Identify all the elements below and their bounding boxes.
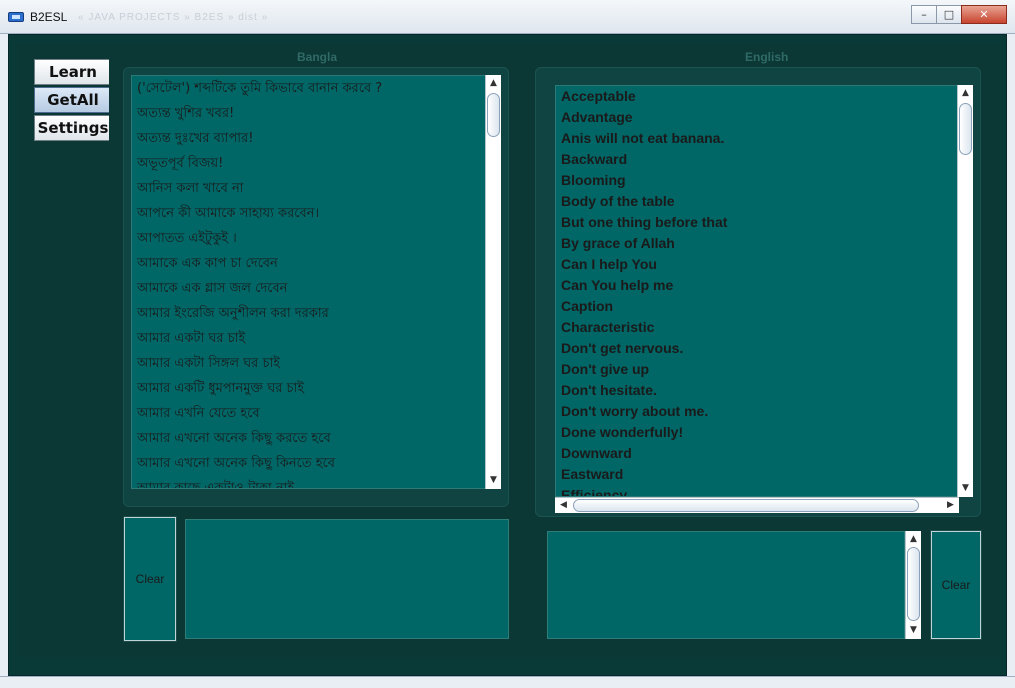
main-content: Bangla ('সেটেল') শব্দটিকে তুমি কিভাবে বা… <box>109 45 1000 657</box>
english-list-item[interactable]: But one thing before that <box>556 212 958 233</box>
scroll-down-icon[interactable]: ▼ <box>906 623 921 638</box>
english-list-item[interactable]: By grace of Allah <box>556 233 958 254</box>
close-button[interactable]: ✕ <box>961 5 1007 24</box>
maximize-button[interactable]: □ <box>936 5 962 24</box>
english-list-item[interactable]: Don't give up <box>556 359 958 380</box>
bangla-list-item[interactable]: ('সেটেল') শব্দটিকে তুমি কিভাবে বানান করব… <box>132 76 485 101</box>
scroll-down-icon[interactable]: ▼ <box>486 473 501 488</box>
window-bottom-border <box>0 676 1015 688</box>
bangla-list-item[interactable]: আমার একটা সিঙ্গল ঘর চাই <box>132 351 485 376</box>
english-list-item[interactable]: Anis will not eat banana. <box>556 128 958 149</box>
window-title-path: « JAVA PROJECTS » B2ES » dist » <box>78 12 269 23</box>
bangla-list-scrollbar[interactable]: ▲ ▼ <box>485 75 501 489</box>
bangla-header: Bangla <box>297 50 338 64</box>
bangla-list-item[interactable]: আমার এখনো অনেক কিছু কিনতে হবে <box>132 451 485 476</box>
english-input-scrollbar[interactable]: ▲ ▼ <box>905 531 921 639</box>
english-list-item[interactable]: Blooming <box>556 170 958 191</box>
english-list-item[interactable]: Don't hesitate. <box>556 380 958 401</box>
english-list-item[interactable]: Can You help me <box>556 275 958 296</box>
english-clear-button[interactable]: Clear <box>930 530 982 640</box>
english-input[interactable] <box>547 531 905 639</box>
bangla-list-item[interactable]: আপনে কী আমাকে সাহায্য করবেন। <box>132 201 485 226</box>
english-header: English <box>745 50 789 64</box>
window-titlebar[interactable]: B2ESL « JAVA PROJECTS » B2ES » dist » – … <box>0 0 1015 34</box>
english-list-item[interactable]: Body of the table <box>556 191 958 212</box>
bangla-list-item[interactable]: আমাকে এক গ্লাস জল দেবেন <box>132 276 485 301</box>
minimize-button[interactable]: – <box>911 5 937 24</box>
sidebar-item-getall[interactable]: GetAll <box>34 87 112 113</box>
english-list-item[interactable]: Backward <box>556 149 958 170</box>
scroll-left-icon[interactable]: ◀ <box>556 498 571 513</box>
app-frame: Learn GetAll Settings Bangla ('সেটেল') শ… <box>8 34 1007 676</box>
bangla-list-item[interactable]: অত্যন্ত খুশির খবর! <box>132 101 485 126</box>
scroll-up-icon[interactable]: ▲ <box>958 86 973 101</box>
scroll-up-icon[interactable]: ▲ <box>486 76 501 91</box>
bangla-list-item[interactable]: আমার একটি ধুমপানমুক্ত ঘর চাই <box>132 376 485 401</box>
scroll-thumb[interactable] <box>487 93 500 137</box>
english-list-item[interactable]: Acceptable <box>556 86 958 107</box>
app-icon <box>8 12 24 22</box>
bangla-list-item[interactable]: আমার এখনি যেতে হবে <box>132 401 485 426</box>
bangla-phrase-list[interactable]: ('সেটেল') শব্দটিকে তুমি কিভাবে বানান করব… <box>131 75 486 489</box>
scroll-up-icon[interactable]: ▲ <box>906 532 921 547</box>
sidebar-item-learn[interactable]: Learn <box>34 59 112 85</box>
english-list-item[interactable]: Characteristic <box>556 317 958 338</box>
scroll-down-icon[interactable]: ▼ <box>958 481 973 496</box>
bangla-list-item[interactable]: আপাতত এইটুকুই । <box>132 226 485 251</box>
bangla-list-item[interactable]: আনিস কলা খাবে না <box>132 176 485 201</box>
bangla-list-item[interactable]: আমাকে এক কাপ চা দেবেন <box>132 251 485 276</box>
english-list-item[interactable]: Don't worry about me. <box>556 401 958 422</box>
bangla-list-item[interactable]: অভূতপূর্ব বিজয়! <box>132 151 485 176</box>
sidebar-item-settings[interactable]: Settings <box>34 115 112 141</box>
english-list-item[interactable]: Advantage <box>556 107 958 128</box>
english-phrase-list[interactable]: Acceptable Advantage Anis will not eat ban… <box>555 85 959 497</box>
bangla-clear-button[interactable]: Clear <box>123 516 177 642</box>
english-list-item[interactable]: Don't get nervous. <box>556 338 958 359</box>
window-title: B2ESL <box>30 10 68 24</box>
english-list-item[interactable]: Eastward <box>556 464 958 485</box>
bangla-list-item[interactable]: আমার একটা ঘর চাই <box>132 326 485 351</box>
scroll-thumb[interactable] <box>907 547 920 621</box>
window-controls: – □ ✕ <box>911 5 1007 24</box>
bangla-list-item[interactable]: আমার কাছে একটাও টাকা নাই <box>132 476 485 488</box>
bangla-list-item[interactable]: আমার ইংরেজি অনুশীলন করা দরকার <box>132 301 485 326</box>
bangla-list-item[interactable]: আমার এখনো অনেক কিছু করতে হবে <box>132 426 485 451</box>
scroll-right-icon[interactable]: ▶ <box>943 498 958 513</box>
bangla-list-item[interactable]: অত্যন্ত দুঃখের ব্যাপার! <box>132 126 485 151</box>
english-list-item[interactable]: Efficiency <box>556 485 958 496</box>
english-list-item[interactable]: Can I help You <box>556 254 958 275</box>
english-list-scrollbar[interactable]: ▲ ▼ <box>957 85 973 497</box>
scroll-thumb[interactable] <box>573 499 919 512</box>
english-list-item[interactable]: Done wonderfully! <box>556 422 958 443</box>
sidebar: Learn GetAll Settings <box>17 45 113 657</box>
english-list-hscrollbar[interactable]: ◀ ▶ <box>555 497 959 513</box>
scroll-thumb[interactable] <box>959 103 972 155</box>
bangla-input[interactable] <box>185 519 509 639</box>
english-list-item[interactable]: Caption <box>556 296 958 317</box>
english-list-item[interactable]: Downward <box>556 443 958 464</box>
